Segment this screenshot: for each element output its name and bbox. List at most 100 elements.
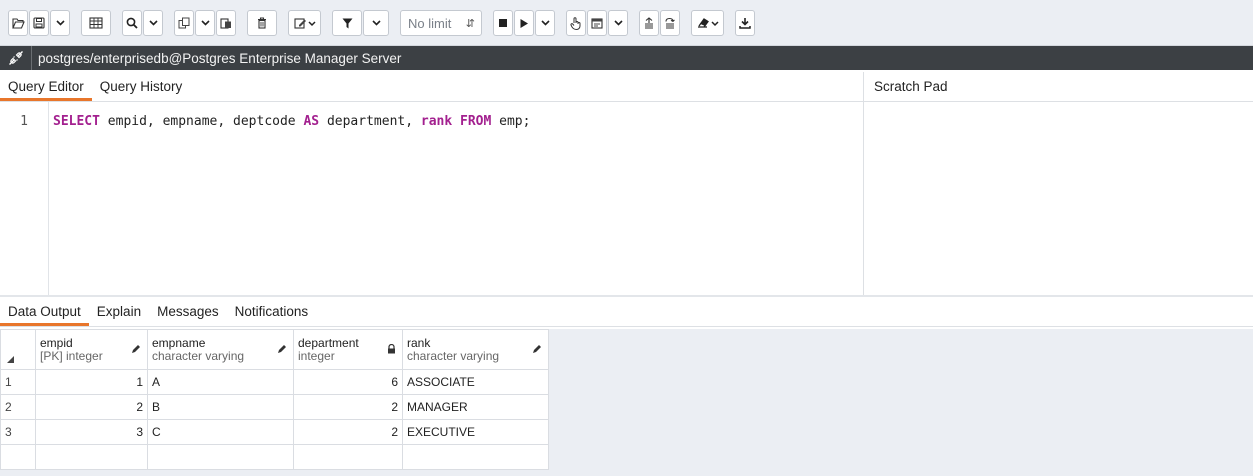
- sql-keyword: SELECT: [53, 114, 100, 129]
- cell-empid[interactable]: 3: [35, 419, 148, 445]
- cell-department[interactable]: 2: [293, 394, 403, 420]
- sql-text: empid, empname, deptcode: [99, 114, 304, 129]
- tab-query-history[interactable]: Query History: [92, 72, 191, 101]
- macros-options-dropdown[interactable]: [608, 10, 628, 36]
- sql-text: emp;: [491, 114, 531, 129]
- new-cell-empid[interactable]: [35, 444, 148, 470]
- column-name: rank: [407, 335, 431, 350]
- find-options-dropdown[interactable]: [143, 10, 163, 36]
- scratch-pad-area[interactable]: [863, 102, 1253, 295]
- sql-code-line[interactable]: SELECT empid, empname, deptcode AS depar…: [53, 114, 530, 129]
- scratch-pad-header: Scratch Pad: [863, 72, 1253, 102]
- tab-data-output[interactable]: Data Output: [0, 297, 89, 326]
- rollback-button[interactable]: [660, 10, 680, 36]
- chevron-down-icon: [371, 20, 381, 26]
- cell-empid[interactable]: 2: [35, 394, 148, 420]
- column-name: department: [298, 335, 359, 350]
- line-gutter: 1: [0, 102, 49, 295]
- save-button[interactable]: [29, 10, 49, 36]
- select-all-corner[interactable]: [0, 329, 36, 370]
- cell-rank[interactable]: EXECUTIVE: [402, 419, 549, 445]
- filter-icon: [342, 18, 352, 28]
- column-name: empname: [152, 335, 206, 350]
- edit-button[interactable]: [288, 10, 321, 36]
- rollback-icon: [665, 17, 675, 29]
- cell-empid[interactable]: 1: [35, 369, 148, 395]
- pencil-icon: [533, 345, 541, 353]
- new-cell-rank[interactable]: [402, 444, 549, 470]
- macros-button[interactable]: [587, 10, 607, 36]
- column-type: [PK] integer: [40, 348, 103, 363]
- column-header-rank[interactable]: rank character varying: [402, 329, 549, 370]
- chevron-down-icon: [200, 20, 210, 26]
- line-number: 1: [20, 114, 28, 129]
- delete-button[interactable]: [247, 10, 277, 36]
- clear-icon: [697, 18, 719, 28]
- paste-button[interactable]: [216, 10, 236, 36]
- header-row: empid [PK] integer empname character var…: [0, 329, 549, 370]
- connection-icon[interactable]: [0, 46, 32, 70]
- column-name: empid: [40, 335, 73, 350]
- new-row[interactable]: [0, 444, 549, 470]
- tab-notifications[interactable]: Notifications: [227, 297, 317, 326]
- row-number[interactable]: 3: [0, 419, 36, 445]
- filter-options-dropdown[interactable]: [363, 10, 389, 36]
- tab-query-editor[interactable]: Query Editor: [0, 72, 92, 101]
- new-cell-department[interactable]: [293, 444, 403, 470]
- tab-messages[interactable]: Messages: [149, 297, 227, 326]
- sql-keyword: rank: [420, 114, 453, 129]
- cell-rank[interactable]: ASSOCIATE: [402, 369, 549, 395]
- delete-icon: [258, 17, 266, 29]
- find-button[interactable]: [122, 10, 142, 36]
- copy-button[interactable]: [174, 10, 194, 36]
- grid-icon: [591, 17, 603, 29]
- table-row[interactable]: 2 2 B 2 MANAGER: [0, 394, 549, 420]
- explain-icon: [570, 16, 581, 30]
- view-filtered-rows-button[interactable]: [81, 10, 111, 36]
- cell-empname[interactable]: A: [147, 369, 294, 395]
- output-tab-bar: Data Output Explain Messages Notificatio…: [0, 297, 1253, 327]
- sql-keyword: FROM: [460, 114, 492, 129]
- stop-button[interactable]: [493, 10, 513, 36]
- cell-department[interactable]: 2: [293, 419, 403, 445]
- column-header-department[interactable]: department integer: [293, 329, 403, 370]
- table-row[interactable]: 3 3 C 2 EXECUTIVE: [0, 419, 549, 445]
- toolbar: No limit ⇵: [0, 0, 1253, 46]
- query-editor[interactable]: 1 SELECT empid, empname, deptcode AS dep…: [0, 102, 863, 295]
- execute-options-dropdown[interactable]: [535, 10, 555, 36]
- download-button[interactable]: [735, 10, 755, 36]
- connection-label: postgres/enterprisedb@Postgres Enterpris…: [38, 50, 402, 66]
- column-header-empname[interactable]: empname character varying: [147, 329, 294, 370]
- column-type: integer: [298, 348, 335, 363]
- row-number[interactable]: 2: [0, 394, 36, 420]
- connection-bar: postgres/enterprisedb@Postgres Enterpris…: [0, 46, 1253, 70]
- column-type: character varying: [152, 348, 245, 363]
- cell-empname[interactable]: C: [147, 419, 294, 445]
- open-file-button[interactable]: [8, 10, 28, 36]
- cell-empname[interactable]: B: [147, 394, 294, 420]
- save-options-dropdown[interactable]: [50, 10, 70, 36]
- commit-button[interactable]: [639, 10, 659, 36]
- download-icon: [739, 18, 751, 29]
- copy-icon: [178, 17, 190, 29]
- column-header-empid[interactable]: empid [PK] integer: [35, 329, 148, 370]
- new-row-number[interactable]: [0, 444, 36, 470]
- lock-icon: [388, 344, 395, 354]
- paste-icon: [220, 18, 231, 29]
- new-cell-empname[interactable]: [147, 444, 294, 470]
- tab-explain[interactable]: Explain: [89, 297, 149, 326]
- copy-options-dropdown[interactable]: [195, 10, 215, 36]
- filter-button[interactable]: [332, 10, 362, 36]
- cell-rank[interactable]: MANAGER: [402, 394, 549, 420]
- execute-button[interactable]: [514, 10, 534, 36]
- open-file-icon: [11, 17, 25, 29]
- row-limit-select[interactable]: No limit ⇵: [400, 10, 482, 36]
- table-row[interactable]: 1 1 A 6 ASSOCIATE: [0, 369, 549, 395]
- row-number[interactable]: 1: [0, 369, 36, 395]
- clear-button[interactable]: [691, 10, 724, 36]
- explain-button[interactable]: [566, 10, 586, 36]
- filter-table-icon: [89, 17, 103, 29]
- find-icon: [126, 17, 138, 29]
- cell-department[interactable]: 6: [293, 369, 403, 395]
- chevron-down-icon: [613, 20, 623, 26]
